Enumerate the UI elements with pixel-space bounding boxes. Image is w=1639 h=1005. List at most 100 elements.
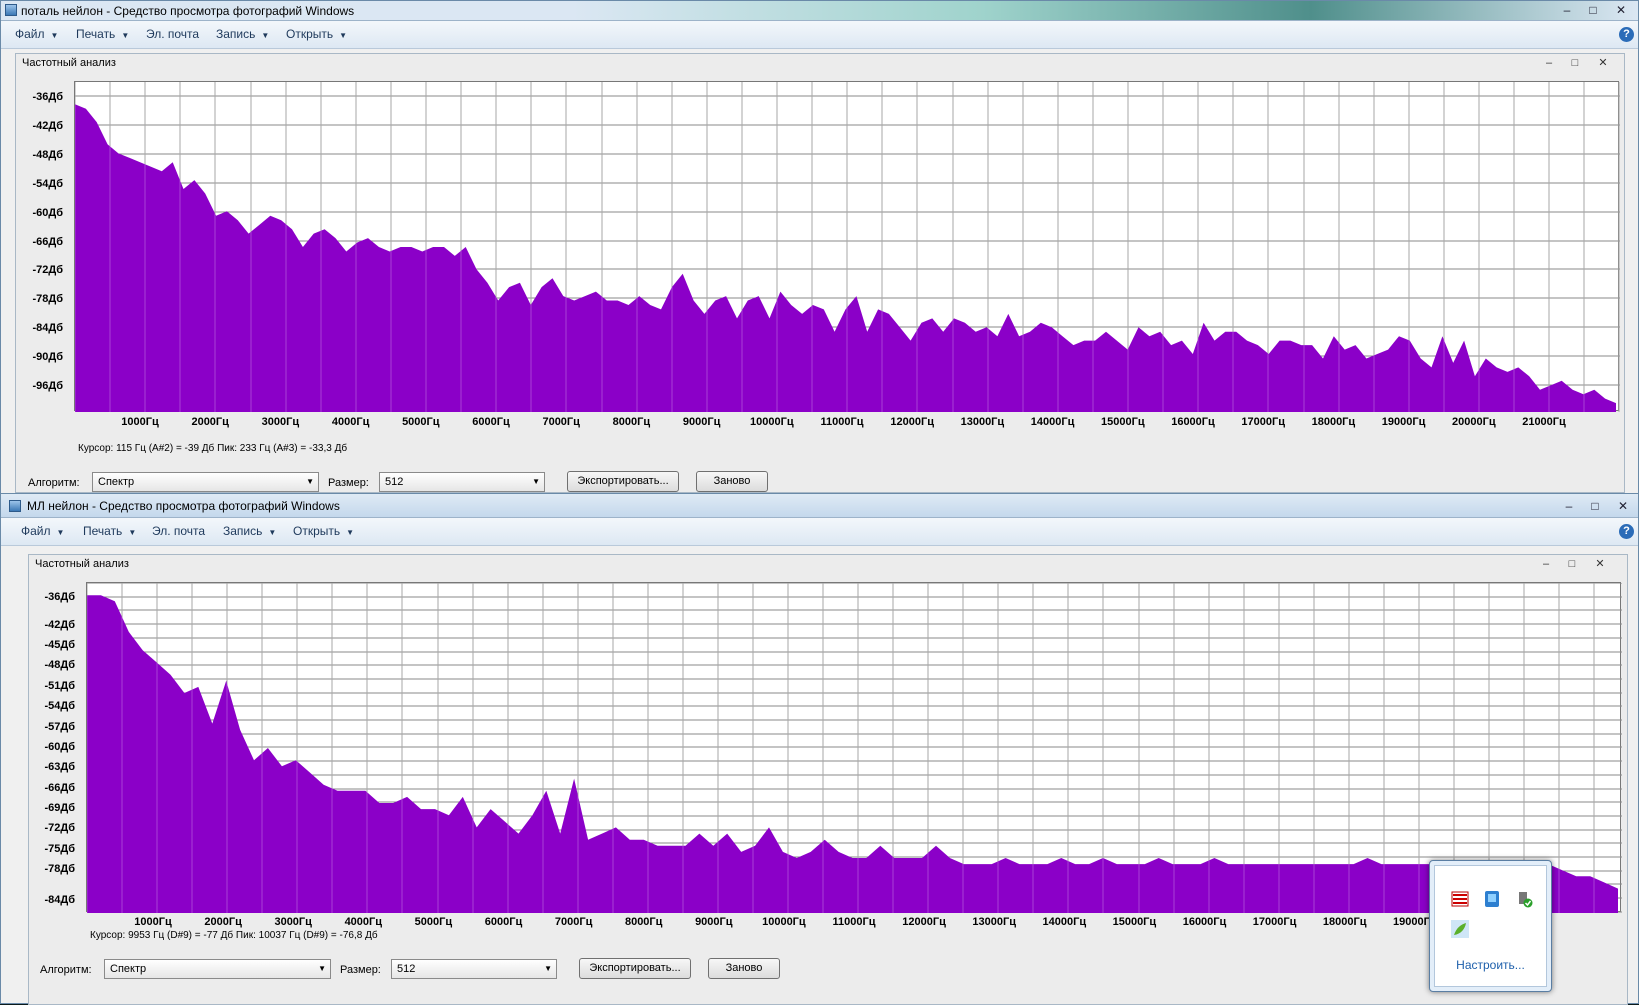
panel-minimize-button[interactable]: – bbox=[1536, 56, 1562, 70]
x-axis-tick-label: 15000Гц bbox=[1101, 416, 1145, 428]
x-axis-tick-label: 6000Гц bbox=[484, 916, 523, 928]
x-axis-tick-label: 11000Гц bbox=[832, 916, 876, 928]
chevron-down-icon: ▼ bbox=[56, 528, 65, 537]
menu-open[interactable]: Открыть ▼ bbox=[286, 27, 347, 41]
panel-2-title: Частотный анализ bbox=[35, 558, 129, 570]
minimize-button[interactable]: – bbox=[1556, 497, 1582, 515]
x-axis-tick-label: 18000Гц bbox=[1311, 416, 1356, 428]
x-axis-tick-label: 13000Гц bbox=[972, 916, 1016, 928]
menu-file[interactable]: Файл ▼ bbox=[21, 524, 64, 538]
window-1-titlebar[interactable]: поталь нейлон - Средство просмотра фотог… bbox=[1, 1, 1638, 21]
y-axis-tick-label: -78Дб bbox=[32, 293, 63, 306]
spectrum-plot-1[interactable] bbox=[74, 81, 1620, 412]
menu-burn[interactable]: Запись ▼ bbox=[216, 27, 269, 41]
x-axis-tick-label: 2000Гц bbox=[191, 416, 229, 428]
chevron-down-icon: ▼ bbox=[318, 964, 326, 973]
size-select-1[interactable]: 512 ▼ bbox=[379, 472, 545, 492]
spectrum-area bbox=[75, 104, 1616, 412]
menu-burn[interactable]: Запись ▼ bbox=[223, 524, 276, 538]
x-axis-tick-label: 12000Гц bbox=[902, 916, 946, 928]
help-icon[interactable]: ? bbox=[1619, 27, 1634, 42]
y-axis-tick-label: -60Дб bbox=[32, 206, 63, 219]
panel-close-button[interactable]: ✕ bbox=[1590, 56, 1616, 70]
x-axis-tick-label: 3000Гц bbox=[274, 916, 312, 928]
cursor-peak-status-2: Курсор: 9953 Гц (D#9) = -77 Дб Пик: 1003… bbox=[90, 930, 378, 941]
maximize-button[interactable]: □ bbox=[1580, 1, 1606, 19]
chevron-down-icon: ▼ bbox=[339, 31, 348, 40]
window-2-menubar: Файл ▼ Печать ▼ Эл. почта Запись ▼ Открыть ▼… bbox=[1, 518, 1638, 546]
photo-viewer-window-2: МЛ нейлон - Средство просмотра фотографи… bbox=[0, 493, 1639, 1005]
x-axis-tick-label: 16000Гц bbox=[1182, 916, 1227, 928]
y-axis-tick-label: -36Дб bbox=[44, 591, 75, 603]
spectrum-graph-1 bbox=[75, 82, 1620, 412]
menu-open[interactable]: Открыть ▼ bbox=[293, 524, 354, 538]
customize-link[interactable]: Настроить... bbox=[1435, 958, 1546, 972]
y-axis-tick-label: -75Дб bbox=[44, 843, 75, 855]
spectrum-plot-2[interactable] bbox=[86, 582, 1622, 913]
x-axis-tick-label: 16000Гц bbox=[1171, 416, 1215, 428]
chevron-down-icon: ▼ bbox=[121, 31, 130, 40]
spectrum-area bbox=[87, 595, 1618, 913]
x-axis-tick-label: 15000Гц bbox=[1112, 916, 1157, 928]
panel-close-button[interactable]: ✕ bbox=[1587, 557, 1613, 571]
menu-print[interactable]: Печать ▼ bbox=[76, 27, 129, 41]
window-2-title: МЛ нейлон - Средство просмотра фотографи… bbox=[27, 499, 340, 513]
window-2-titlebar[interactable]: МЛ нейлон - Средство просмотра фотографи… bbox=[1, 494, 1638, 518]
photo-viewer-window-1: поталь нейлон - Средство просмотра фотог… bbox=[0, 0, 1639, 500]
x-axis-tick-label: 10000Гц bbox=[750, 416, 794, 428]
usb-safe-remove-icon[interactable] bbox=[1515, 890, 1533, 908]
menu-print[interactable]: Печать ▼ bbox=[83, 524, 136, 538]
export-button-1[interactable]: Экспортировать... bbox=[567, 471, 679, 492]
tray-icons-panel: Настроить... bbox=[1434, 865, 1547, 987]
reset-button-1[interactable]: Заново bbox=[696, 471, 768, 492]
y-axis-tick-label: -63Дб bbox=[44, 761, 75, 773]
y-axis-tick-label: -60Дб bbox=[44, 741, 75, 753]
flag-icon[interactable] bbox=[1451, 890, 1469, 908]
menu-email[interactable]: Эл. почта bbox=[152, 524, 205, 538]
photo-viewer-app-icon bbox=[5, 4, 17, 16]
x-axis-tick-label: 5000Гц bbox=[402, 416, 440, 428]
size-select-2[interactable]: 512 ▼ bbox=[391, 959, 557, 979]
x-axis-tick-label: 12000Гц bbox=[890, 416, 934, 428]
export-button-2[interactable]: Экспортировать... bbox=[579, 958, 691, 979]
x-axis-tick-label: 14000Гц bbox=[1042, 916, 1087, 928]
chevron-down-icon: ▼ bbox=[544, 964, 552, 973]
x-axis-tick-label: 5000Гц bbox=[414, 916, 453, 928]
x-axis-tick-label: 3000Гц bbox=[261, 416, 300, 428]
minimize-button[interactable]: – bbox=[1554, 1, 1580, 19]
algorithm-select-1[interactable]: Спектр ▼ bbox=[92, 472, 319, 492]
y-axis-tick-label: -51Дб bbox=[44, 680, 75, 692]
y-axis-tick-label: -66Дб bbox=[32, 235, 63, 248]
x-axis-tick-label: 1000Гц bbox=[134, 916, 172, 928]
x-axis-tick-label: 20000Гц bbox=[1452, 416, 1496, 428]
y-axis-tick-label: -42Дб bbox=[32, 119, 63, 132]
panel-minimize-button[interactable]: – bbox=[1533, 557, 1559, 571]
help-icon[interactable]: ? bbox=[1619, 524, 1634, 539]
algorithm-select-2[interactable]: Спектр ▼ bbox=[104, 959, 331, 979]
x-axis-tick-label: 7000Гц bbox=[554, 916, 593, 928]
y-axis-tick-label: -66Дб bbox=[44, 782, 75, 794]
y-axis-tick-label: -84Дб bbox=[44, 894, 75, 906]
panel-maximize-button[interactable]: □ bbox=[1559, 557, 1585, 571]
menu-file[interactable]: Файл ▼ bbox=[15, 27, 58, 41]
leaf-icon[interactable] bbox=[1451, 920, 1469, 938]
y-axis-tick-label: -57Дб bbox=[44, 721, 75, 733]
panel-maximize-button[interactable]: □ bbox=[1562, 56, 1588, 70]
chevron-down-icon: ▼ bbox=[50, 31, 59, 40]
network-icon[interactable] bbox=[1483, 890, 1501, 908]
reset-button-2[interactable]: Заново bbox=[708, 958, 780, 979]
size-label-2: Размер: bbox=[340, 964, 381, 976]
x-axis-tick-label: 17000Гц bbox=[1252, 916, 1297, 928]
size-select-value: 512 bbox=[397, 963, 416, 975]
panel-1-title: Частотный анализ bbox=[22, 57, 116, 69]
x-axis-tick-label: 2000Гц bbox=[204, 916, 242, 928]
close-button[interactable]: ✕ bbox=[1610, 497, 1636, 515]
y-axis-tick-label: -78Дб bbox=[44, 863, 75, 875]
chevron-down-icon: ▼ bbox=[532, 477, 540, 486]
x-axis-tick-label: 9000Гц bbox=[682, 416, 721, 428]
menu-email[interactable]: Эл. почта bbox=[146, 27, 199, 41]
chevron-down-icon: ▼ bbox=[261, 31, 270, 40]
maximize-button[interactable]: □ bbox=[1582, 497, 1608, 515]
close-button[interactable]: ✕ bbox=[1608, 1, 1634, 19]
chevron-down-icon: ▼ bbox=[306, 477, 314, 486]
